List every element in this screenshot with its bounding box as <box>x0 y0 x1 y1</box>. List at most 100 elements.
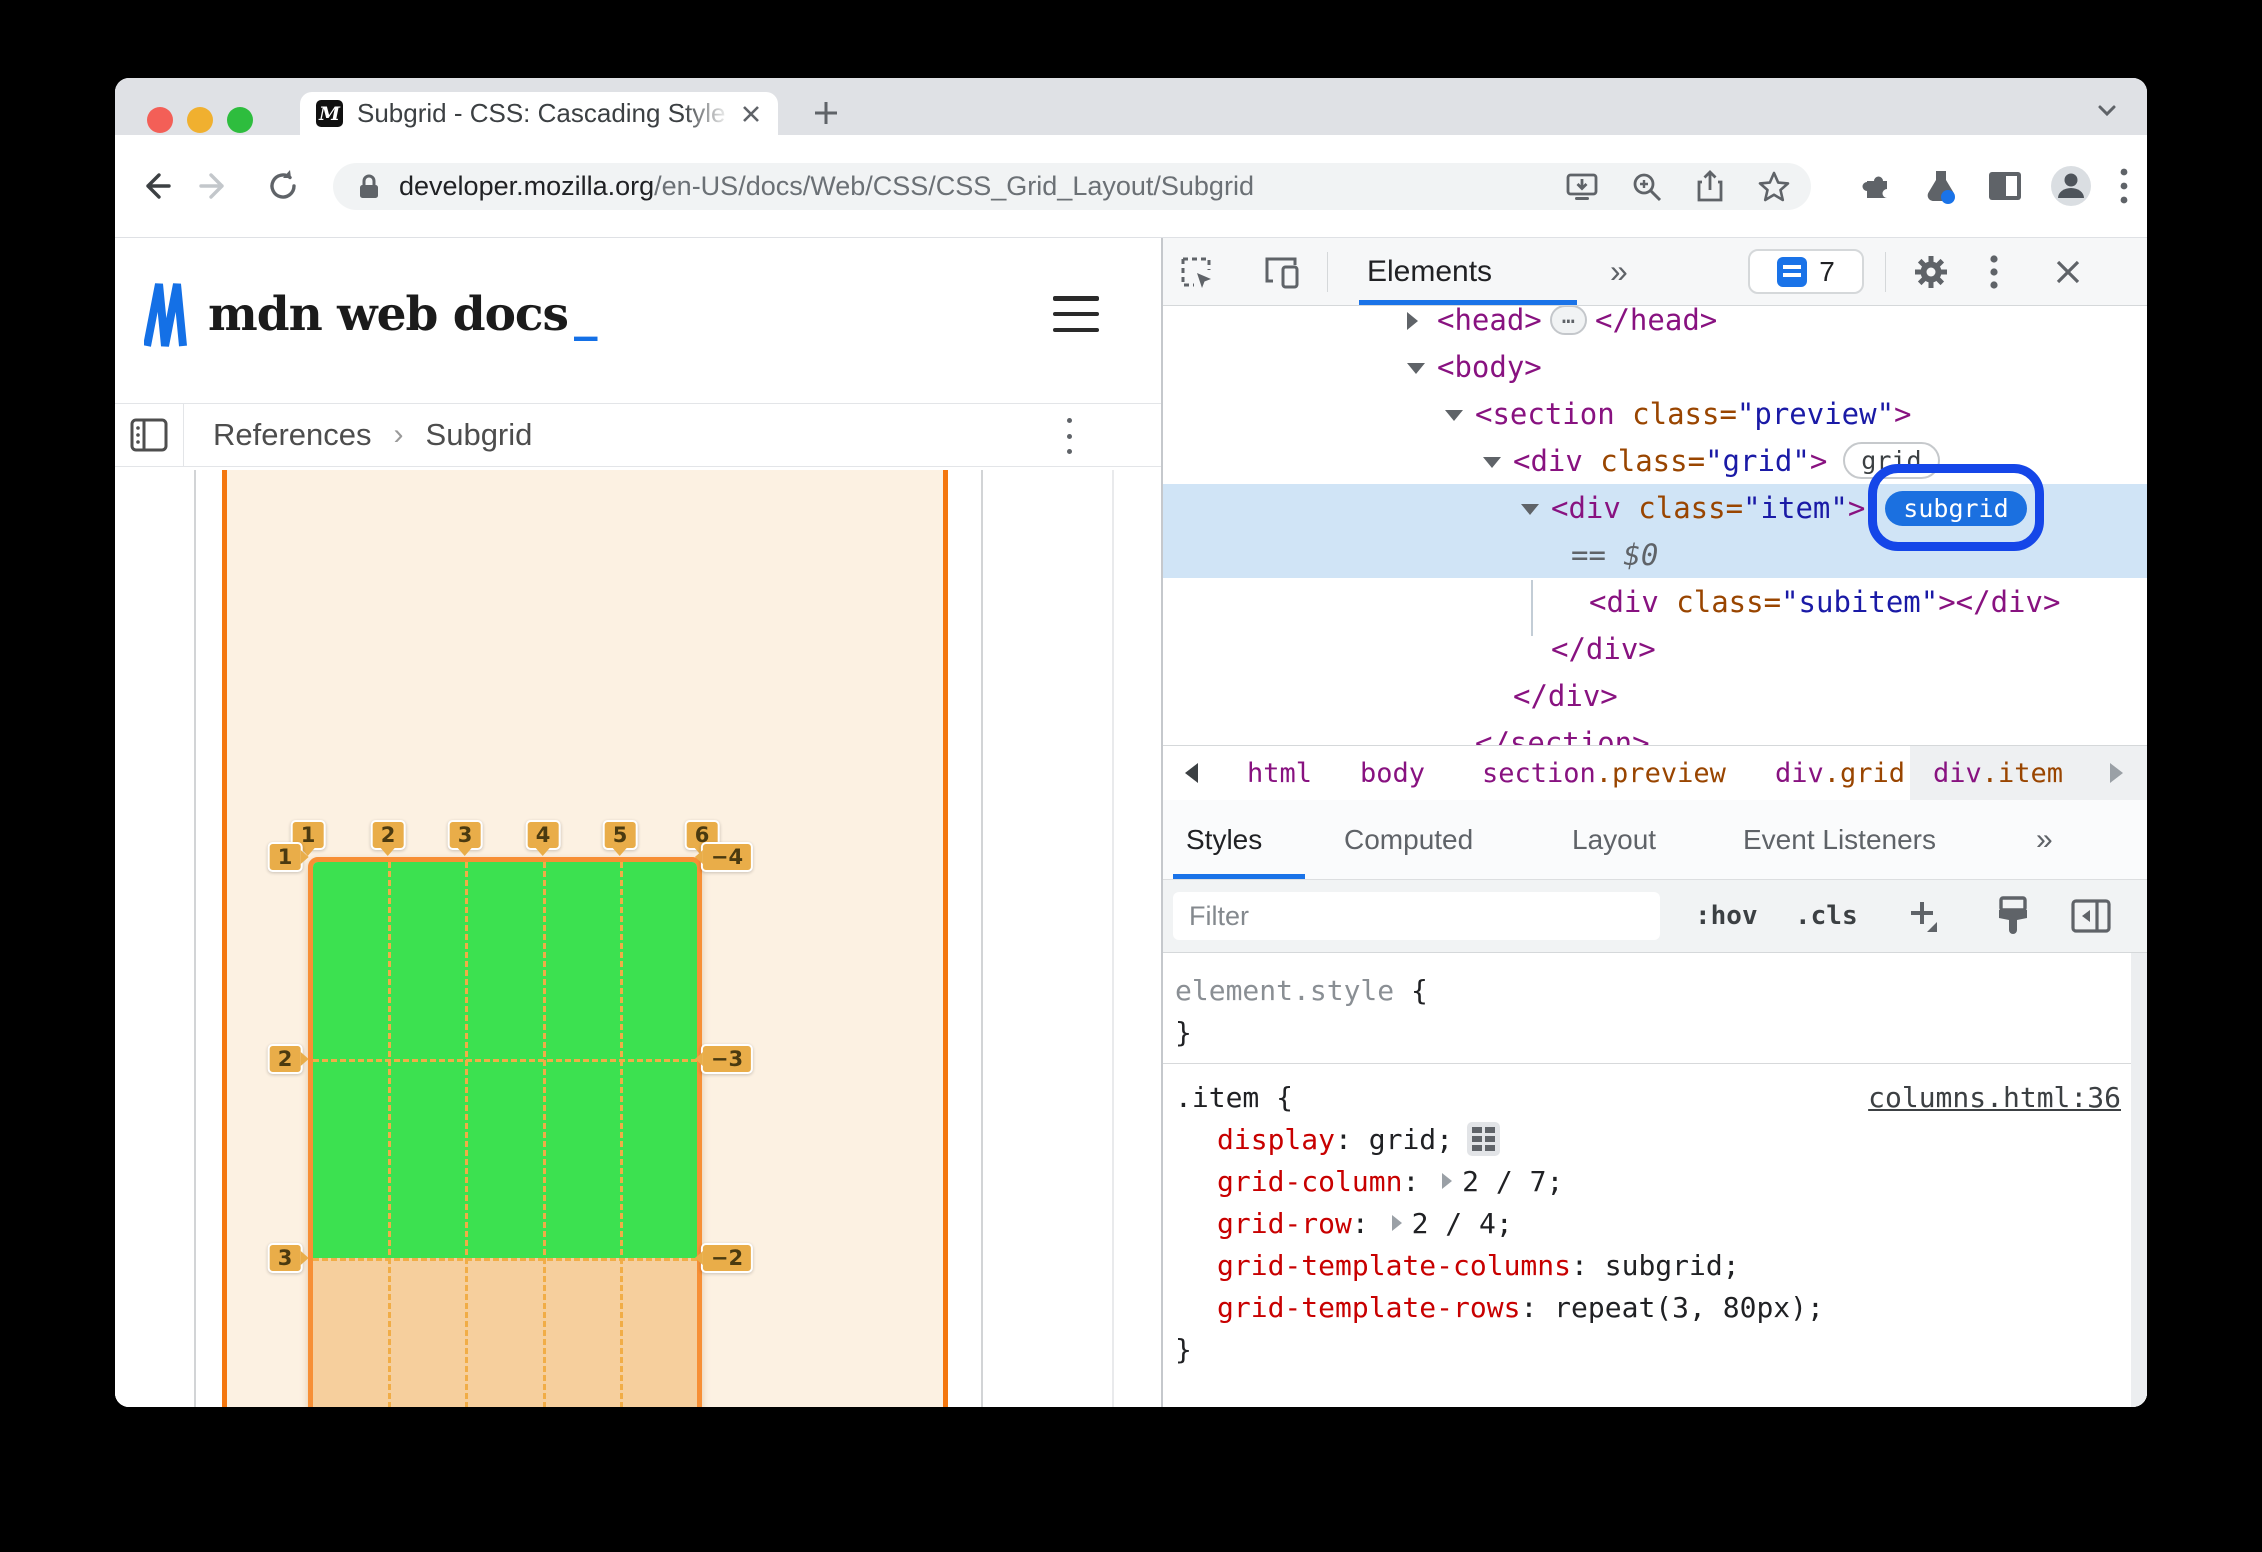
css-property-name[interactable]: grid-template-rows <box>1217 1291 1520 1324</box>
css-property-row[interactable]: grid-column: 2 / 7; <box>1163 1160 2147 1202</box>
zoom-window-button[interactable] <box>227 107 253 133</box>
expand-value-icon[interactable] <box>1442 1173 1453 1189</box>
dom-tree-row[interactable]: </section> <box>1163 719 2147 746</box>
rule-selector-line[interactable]: .item {columns.html:36 <box>1163 1076 2147 1118</box>
devtools-crumb-body[interactable]: body <box>1360 746 1425 800</box>
devtools-crumb-section-preview[interactable]: section .preview <box>1482 746 1726 800</box>
styles-tab-styles[interactable]: Styles <box>1186 800 1262 879</box>
forward-button[interactable] <box>193 164 237 208</box>
inspect-element-icon[interactable] <box>1177 238 1215 305</box>
devtools-crumb-div-grid[interactable]: div .grid <box>1775 746 1905 800</box>
preview-border-right <box>943 470 948 1407</box>
devtools-crumb-html[interactable]: html <box>1247 746 1312 800</box>
expand-arrow-open-icon[interactable] <box>1407 363 1425 374</box>
dom-tree-row[interactable]: <div class= "item" > subgrid <box>1163 464 2147 550</box>
crumbs-scroll-right-icon[interactable] <box>2110 763 2123 783</box>
device-toolbar-icon[interactable] <box>1263 238 1303 305</box>
share-icon[interactable] <box>1695 169 1725 204</box>
mdn-logo[interactable]: mdn web docs _ <box>144 280 598 348</box>
more-tabs-chevron[interactable]: » <box>1610 238 1628 305</box>
sidebar-toggle-icon <box>130 418 168 452</box>
css-property-value[interactable]: 2 / 4 <box>1412 1207 1496 1240</box>
article-menu-dots-icon[interactable] <box>1059 418 1079 454</box>
mdn-logo-text: mdn web docs <box>208 286 569 342</box>
dom-tree-row[interactable]: <section class= "preview" > <box>1163 390 2147 437</box>
css-property-name[interactable]: grid-row <box>1217 1207 1352 1240</box>
minimize-window-button[interactable] <box>187 107 213 133</box>
browser-tab[interactable]: M Subgrid - CSS: Cascading Style <box>300 92 778 135</box>
example-guide-line <box>981 470 983 1407</box>
dom-text-segment: > <box>1894 396 1912 431</box>
breadcrumb-references[interactable]: References <box>213 417 372 453</box>
sidebar-toggle-button[interactable] <box>115 404 184 466</box>
styles-scrollbar[interactable] <box>2131 953 2147 1407</box>
reload-button[interactable] <box>261 164 305 208</box>
subgrid-badge[interactable]: subgrid <box>1885 490 2027 526</box>
mdn-page: mdn web docs _ References › Subgrid 1 2 … <box>115 238 1161 1407</box>
tab-elements[interactable]: Elements <box>1367 238 1492 305</box>
rendering-emulation-brush-icon[interactable] <box>1995 880 2031 952</box>
dom-text-segment: > <box>1809 443 1828 478</box>
expand-value-icon[interactable] <box>1391 1215 1402 1231</box>
lock-icon[interactable] <box>357 173 381 201</box>
expand-arrow-closed-icon[interactable] <box>1407 311 1418 330</box>
expand-arrow-open-icon[interactable] <box>1445 410 1463 421</box>
browser-toolbar: developer.mozilla.org/en-US/docs/Web/CSS… <box>115 135 2147 238</box>
collapsed-content-ellipsis[interactable]: … <box>1549 306 1588 335</box>
css-property-value[interactable]: repeat(3, 80px) <box>1554 1291 1807 1324</box>
dom-tree-row[interactable]: </div> <box>1163 672 2147 719</box>
css-property-value[interactable]: grid <box>1369 1123 1436 1156</box>
new-style-rule-icon[interactable] <box>1905 880 1943 952</box>
hamburger-menu-icon[interactable] <box>1053 296 1099 332</box>
dom-tree-row[interactable]: <div class= "subitem" ></div> <box>1163 578 2147 625</box>
css-property-row[interactable]: grid-template-columns: subgrid; <box>1163 1244 2147 1286</box>
extensions-puzzle-icon[interactable] <box>1859 168 1895 204</box>
devtools-settings-gear-icon[interactable] <box>1911 238 1951 305</box>
styles-tab-layout[interactable]: Layout <box>1572 800 1656 879</box>
zoom-icon[interactable] <box>1631 171 1663 203</box>
bookmark-star-icon[interactable] <box>1757 170 1791 204</box>
css-property-value[interactable]: subgrid <box>1605 1249 1723 1282</box>
css-property-name[interactable]: display <box>1217 1123 1335 1156</box>
dom-tree-row[interactable]: </div> <box>1163 625 2147 672</box>
back-button[interactable] <box>133 164 177 208</box>
css-property-name[interactable]: grid-column <box>1217 1165 1402 1198</box>
profile-avatar[interactable] <box>2050 165 2092 207</box>
crumbs-scroll-left-icon[interactable] <box>1185 763 1198 783</box>
mdn-logo-underscore: _ <box>574 286 598 342</box>
rule-source-link[interactable]: columns.html:36 <box>1868 1076 2121 1118</box>
toggle-element-classes[interactable]: .cls <box>1795 880 1858 952</box>
styles-more-tabs-chevron[interactable]: » <box>2036 800 2053 879</box>
css-property-row[interactable]: display: grid; <box>1163 1118 2147 1160</box>
rule-selector[interactable]: .item <box>1175 1081 1259 1114</box>
dom-tree-row[interactable]: <body> <box>1163 343 2147 390</box>
tab-close-icon[interactable] <box>740 103 762 125</box>
styles-tab-event-listeners[interactable]: Event Listeners <box>1743 800 1936 879</box>
tab-search-chevron-icon[interactable] <box>2091 94 2123 126</box>
grid-editor-icon[interactable] <box>1467 1122 1501 1156</box>
install-app-icon[interactable] <box>1565 171 1599 203</box>
labs-flask-icon[interactable] <box>1922 167 1960 205</box>
rule-selector-line[interactable]: element.style { <box>1163 969 2147 1011</box>
expand-arrow-open-icon[interactable] <box>1521 504 1539 515</box>
devtools-close-icon[interactable] <box>2053 238 2083 305</box>
css-property-value[interactable]: 2 / 7 <box>1462 1165 1546 1198</box>
console-messages-badge[interactable]: 7 <box>1748 249 1864 294</box>
toggle-hover-state[interactable]: :hov <box>1695 880 1758 952</box>
dom-tree-row[interactable]: <head>… </head> <box>1163 306 2147 343</box>
css-property-name[interactable]: grid-template-columns <box>1217 1249 1571 1282</box>
address-bar[interactable]: developer.mozilla.org/en-US/docs/Web/CSS… <box>333 163 1811 210</box>
devtools-menu-dots-icon[interactable] <box>1989 238 1999 305</box>
browser-menu-dots-icon[interactable] <box>2119 167 2129 205</box>
side-panel-icon[interactable] <box>1987 170 2023 202</box>
styles-filter-input[interactable] <box>1173 892 1660 940</box>
styles-tab-computed[interactable]: Computed <box>1344 800 1473 879</box>
css-property-row[interactable]: grid-template-rows: repeat(3, 80px); <box>1163 1286 2147 1328</box>
rule-selector[interactable]: element.style <box>1175 974 1394 1007</box>
expand-arrow-open-icon[interactable] <box>1483 457 1501 468</box>
devtools-crumb-div-item[interactable]: div .item <box>1933 746 2063 800</box>
css-property-row[interactable]: grid-row: 2 / 4; <box>1163 1202 2147 1244</box>
computed-panel-toggle-icon[interactable] <box>2071 880 2111 952</box>
new-tab-button[interactable] <box>806 93 846 133</box>
close-window-button[interactable] <box>147 107 173 133</box>
